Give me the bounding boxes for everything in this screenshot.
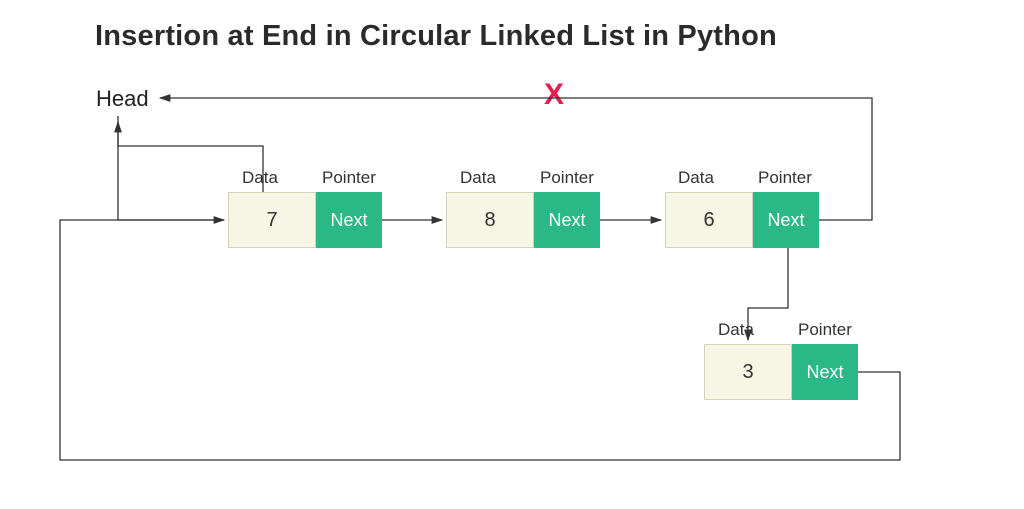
node-1-pointer: Next xyxy=(316,192,382,248)
page-title: Insertion at End in Circular Linked List… xyxy=(95,20,777,53)
pointer-label: Pointer xyxy=(322,168,376,188)
node-2-data: 8 xyxy=(446,192,534,248)
data-label: Data xyxy=(678,168,714,188)
arrows-svg xyxy=(0,0,1024,509)
data-label: Data xyxy=(242,168,278,188)
pointer-label: Pointer xyxy=(540,168,594,188)
node-3: 6 Next xyxy=(665,192,819,248)
pointer-label: Pointer xyxy=(798,320,852,340)
node-4-pointer: Next xyxy=(792,344,858,400)
data-label: Data xyxy=(718,320,754,340)
node-3-data: 6 xyxy=(665,192,753,248)
node-2-pointer: Next xyxy=(534,192,600,248)
node-4-new: 3 Next xyxy=(704,344,858,400)
broken-link-x-icon: X xyxy=(544,80,564,110)
node-2: 8 Next xyxy=(446,192,600,248)
node-1-data: 7 xyxy=(228,192,316,248)
node-4-data: 3 xyxy=(704,344,792,400)
node-1: 7 Next xyxy=(228,192,382,248)
data-label: Data xyxy=(460,168,496,188)
head-label: Head xyxy=(96,86,149,112)
node-3-pointer: Next xyxy=(753,192,819,248)
pointer-label: Pointer xyxy=(758,168,812,188)
